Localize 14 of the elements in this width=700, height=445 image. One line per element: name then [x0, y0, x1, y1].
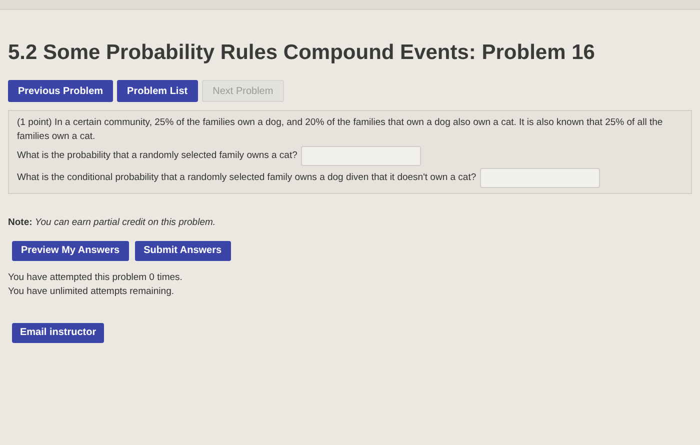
nav-button[interactable]: Previous Problem [8, 80, 114, 102]
answer-field[interactable] [301, 146, 422, 166]
attempts-text: You have unlimited attempts remaining. [8, 284, 175, 298]
question-text: What is the conditional probability that a randomly selected family owns a dog diven that it doesn't own a cat? [17, 171, 476, 186]
attempts-text: You have attempted this problem 0 times. [8, 270, 184, 284]
page-title: 5.2 Some Probability Rules Compound Events: Problem 16 [8, 40, 596, 66]
problem-text: (1 point) In a certain community, 25% of the families own a dog, and 20% of the families that own a dog also own a cat. It is also known that 25% of all the families own a cat. [17, 116, 664, 144]
nav-button[interactable]: Problem List [117, 80, 198, 102]
email-instructor-button[interactable]: Email instructor [12, 322, 104, 342]
answer-field[interactable] [480, 168, 600, 188]
question-text: What is the probability that a randomly selected family owns a cat? [17, 149, 298, 164]
answer-button[interactable]: Preview My Answers [12, 240, 129, 260]
note-text: Note: You can earn partial credit on this problem. [8, 216, 217, 230]
answer-button[interactable]: Submit Answers [134, 240, 231, 260]
